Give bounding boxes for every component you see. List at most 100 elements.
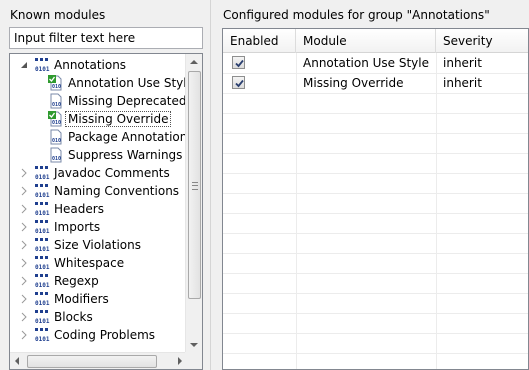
- expand-icon[interactable]: [20, 186, 30, 196]
- module-group-icon: 0101: [34, 255, 50, 271]
- known-modules-title: Known modules: [10, 8, 106, 22]
- svg-text:010: 010: [52, 120, 61, 126]
- filter-input[interactable]: Input filter text here: [9, 27, 203, 49]
- expand-icon[interactable]: [20, 258, 30, 268]
- module-group-icon: 0101: [34, 273, 50, 289]
- tree-item[interactable]: 0101 Whitespace: [20, 254, 124, 272]
- scroll-thumb[interactable]: [188, 71, 201, 299]
- tree-item[interactable]: 010 Suppress Warnings: [48, 146, 182, 164]
- module-group-icon: 0101: [34, 291, 50, 307]
- tree-item[interactable]: 0101 Size Violations: [20, 236, 141, 254]
- expand-icon[interactable]: [20, 294, 30, 304]
- module-checked-icon: 010: [48, 75, 64, 91]
- tree-item-label: Regexp: [54, 274, 99, 288]
- table-row[interactable]: Missing Override inherit: [223, 73, 528, 93]
- table-row[interactable]: Annotation Use Style inherit: [223, 53, 528, 73]
- tree-item-label: Missing Override: [65, 111, 172, 127]
- module-cell: Annotation Use Style: [303, 56, 429, 70]
- scroll-left-icon[interactable]: [15, 357, 19, 365]
- svg-text:0101: 0101: [35, 264, 50, 271]
- column-header-module[interactable]: Module: [296, 29, 436, 53]
- tree-item[interactable]: 0101 Headers: [20, 200, 104, 218]
- scroll-down-icon[interactable]: [190, 343, 198, 347]
- column-header-enabled[interactable]: Enabled: [223, 29, 296, 53]
- module-icon: 010: [48, 147, 64, 163]
- module-group-icon: 0101: [34, 219, 50, 235]
- tree-item[interactable]: 0101 Annotations: [20, 56, 126, 74]
- svg-text:0101: 0101: [35, 210, 50, 217]
- tree-item[interactable]: 0101 Javadoc Comments: [20, 164, 170, 182]
- svg-text:010: 010: [52, 84, 61, 90]
- module-icon: 010: [48, 93, 64, 109]
- modules-tree[interactable]: 0101 Coding Problems 0101 Blocks 0101 Mo…: [9, 53, 203, 370]
- expand-icon[interactable]: [20, 222, 30, 232]
- expand-icon[interactable]: [20, 168, 30, 178]
- tree-item-label: Missing Deprecated: [68, 94, 187, 108]
- svg-text:0101: 0101: [35, 282, 50, 289]
- tree-item[interactable]: 010 Missing Deprecated: [48, 92, 187, 110]
- module-checked-icon: 010: [48, 111, 64, 127]
- tree-item[interactable]: 0101 Naming Conventions: [20, 182, 179, 200]
- table-header: Enabled Module Severity: [223, 29, 528, 53]
- tree-item-label: Annotation Use Style: [68, 76, 194, 90]
- enabled-cell[interactable]: [223, 53, 296, 73]
- tree-item[interactable]: 0101 Coding Problems: [20, 326, 155, 344]
- svg-text:010: 010: [52, 156, 61, 162]
- tree-vertical-scrollbar[interactable]: [185, 54, 202, 353]
- tree-item-label: Whitespace: [54, 256, 125, 270]
- svg-text:0101: 0101: [35, 246, 50, 253]
- scroll-corner: [185, 352, 202, 369]
- tree-item[interactable]: 010 Annotation Use Style: [48, 74, 194, 92]
- scroll-right-icon[interactable]: [178, 357, 182, 365]
- svg-text:010: 010: [52, 102, 61, 108]
- tree-item-label: Coding Problems: [54, 328, 156, 342]
- tree-item-label: Annotations: [54, 58, 127, 72]
- expand-icon[interactable]: [20, 312, 30, 322]
- configured-modules-panel: Configured modules for group "Annotation…: [213, 0, 529, 370]
- panel-divider[interactable]: [210, 0, 211, 370]
- configured-modules-table: Enabled Module Severity Annotation Use S…: [222, 28, 529, 370]
- tree-item[interactable]: 010 Missing Override: [48, 110, 172, 128]
- collapse-icon[interactable]: [20, 60, 30, 70]
- configured-modules-title: Configured modules for group "Annotation…: [223, 8, 490, 22]
- svg-text:0101: 0101: [35, 228, 50, 235]
- expand-icon[interactable]: [20, 240, 30, 250]
- module-group-icon: 0101: [34, 183, 50, 199]
- tree-item[interactable]: 0101 Regexp: [20, 272, 99, 290]
- module-group-icon: 0101: [34, 57, 50, 73]
- tree-item-label: Blocks: [54, 310, 93, 324]
- tree-item[interactable]: 010 Package Annotation: [48, 128, 187, 146]
- tree-item-label: Size Violations: [54, 238, 141, 252]
- tree-item[interactable]: 0101 Blocks: [20, 308, 93, 326]
- svg-text:010: 010: [52, 138, 61, 144]
- module-group-icon: 0101: [34, 237, 50, 253]
- expand-icon[interactable]: [20, 330, 30, 340]
- tree-item[interactable]: 0101 Modifiers: [20, 290, 109, 308]
- module-group-icon: 0101: [34, 201, 50, 217]
- svg-text:0101: 0101: [35, 336, 50, 343]
- severity-cell[interactable]: inherit: [436, 73, 528, 93]
- tree-item-label: Suppress Warnings: [68, 148, 183, 162]
- scroll-up-icon[interactable]: [190, 60, 198, 64]
- tree-item-label: Package Annotation: [68, 130, 188, 144]
- severity-cell[interactable]: inherit: [436, 53, 528, 73]
- enabled-checkbox[interactable]: [232, 76, 245, 89]
- tree-item[interactable]: 0101 Imports: [20, 218, 100, 236]
- expand-icon[interactable]: [20, 204, 30, 214]
- tree-item-label: Modifiers: [54, 292, 109, 306]
- expand-icon[interactable]: [20, 276, 30, 286]
- module-group-icon: 0101: [34, 165, 50, 181]
- svg-text:0101: 0101: [35, 318, 50, 325]
- scroll-thumb-horizontal[interactable]: [27, 355, 157, 368]
- enabled-cell[interactable]: [223, 73, 296, 93]
- tree-item-label: Headers: [54, 202, 104, 216]
- module-group-icon: 0101: [34, 309, 50, 325]
- column-header-severity[interactable]: Severity: [436, 29, 528, 53]
- svg-text:0101: 0101: [35, 66, 50, 73]
- module-group-icon: 0101: [34, 327, 50, 343]
- svg-text:0101: 0101: [35, 300, 50, 307]
- tree-item-label: Javadoc Comments: [54, 166, 170, 180]
- known-modules-panel: Known modules Input filter text here 010…: [0, 0, 210, 370]
- enabled-checkbox[interactable]: [232, 56, 245, 69]
- tree-horizontal-scrollbar[interactable]: [10, 352, 187, 369]
